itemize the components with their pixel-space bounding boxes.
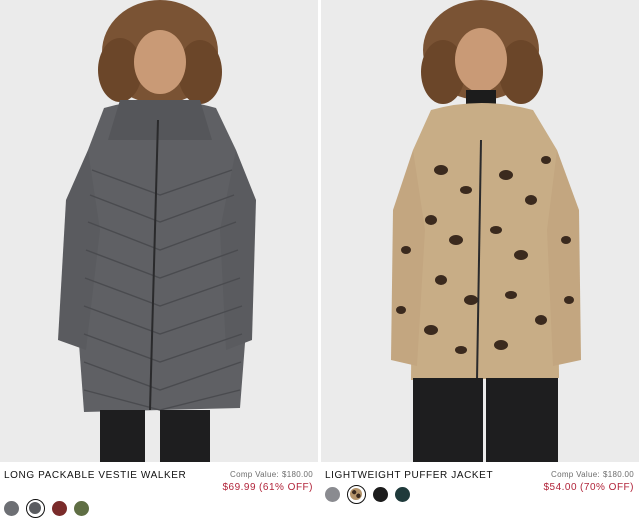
product-grid: LONG PACKABLE VESTIE WALKER Comp Value: $… — [0, 0, 642, 521]
comp-value-amount: $180.00 — [281, 470, 313, 479]
comp-value-label: Comp Value: — [230, 470, 279, 479]
comp-value-amount: $180.00 — [602, 470, 634, 479]
color-swatches — [325, 485, 410, 504]
comp-value: Comp Value: $180.00 — [230, 470, 313, 479]
product-photo-gray-puffer — [0, 0, 318, 462]
color-swatch-black[interactable] — [373, 487, 388, 502]
color-swatch-leopard-selected[interactable] — [347, 485, 366, 504]
product-photo-leopard-puffer — [321, 0, 639, 462]
discount-percent: (61% OFF) — [259, 482, 313, 493]
product-info: LIGHTWEIGHT PUFFER JACKET Comp Value: $18… — [321, 462, 639, 521]
product-name[interactable]: LIGHTWEIGHT PUFFER JACKET — [325, 469, 515, 482]
discount-percent: (70% OFF) — [580, 482, 634, 493]
color-swatch-gray[interactable] — [325, 487, 340, 502]
color-swatch-dark-teal[interactable] — [395, 487, 410, 502]
sale-price-amount: $54.00 — [543, 482, 578, 493]
color-swatches — [4, 499, 89, 518]
product-card-long-packable-vestie-walker[interactable]: LONG PACKABLE VESTIE WALKER Comp Value: $… — [0, 0, 318, 521]
sale-price: $54.00 (70% OFF) — [543, 482, 634, 493]
product-image[interactable] — [0, 0, 318, 462]
comp-value-label: Comp Value: — [551, 470, 600, 479]
sale-price-amount: $69.99 — [222, 482, 257, 493]
product-image[interactable] — [321, 0, 639, 462]
product-info: LONG PACKABLE VESTIE WALKER Comp Value: $… — [0, 462, 318, 521]
product-card-lightweight-puffer-jacket[interactable]: LIGHTWEIGHT PUFFER JACKET Comp Value: $18… — [321, 0, 639, 521]
color-swatch-olive[interactable] — [74, 501, 89, 516]
color-swatch-gray[interactable] — [4, 501, 19, 516]
color-swatch-burgundy[interactable] — [52, 501, 67, 516]
comp-value: Comp Value: $180.00 — [551, 470, 634, 479]
product-name[interactable]: LONG PACKABLE VESTIE WALKER — [4, 469, 194, 482]
sale-price: $69.99 (61% OFF) — [222, 482, 313, 493]
color-swatch-charcoal-selected[interactable] — [26, 499, 45, 518]
